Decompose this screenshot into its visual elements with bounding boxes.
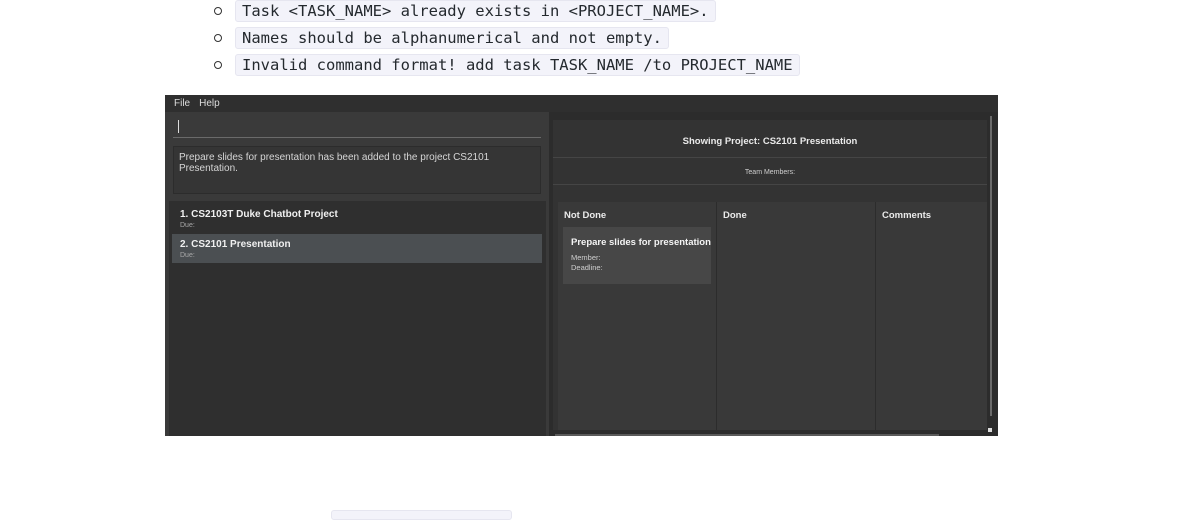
code-snippet: Invalid command format! add task TASK_NA…: [235, 54, 800, 76]
resize-corner: [988, 428, 992, 432]
column-not-done: Not Done Prepare slides for presentation…: [558, 202, 717, 430]
left-panel: Prepare slides for presentation has been…: [165, 112, 546, 436]
bullet-icon: [214, 34, 222, 42]
team-members-label: Team Members:: [553, 160, 987, 185]
menu-help[interactable]: Help: [199, 98, 220, 109]
code-snippet: Task <TASK_NAME> already exists in <PROJ…: [235, 0, 716, 22]
task-member: Member:: [571, 253, 601, 262]
project-view-panel: Showing Project: CS2101 Presentation Tea…: [549, 112, 998, 436]
code-snippet: Names should be alphanumerical and not e…: [235, 27, 669, 49]
project-list-item-selected[interactable]: 2. CS2101 Presentation Due:: [172, 234, 542, 263]
project-list: 1. CS2103T Duke Chatbot Project Due: 2. …: [169, 201, 546, 436]
app-screenshot: File Help Prepare slides for presentatio…: [165, 95, 998, 436]
task-name: Prepare slides for presentation: [571, 237, 711, 248]
task-card[interactable]: Prepare slides for presentation Member: …: [563, 227, 711, 284]
bullet-icon: [214, 61, 222, 69]
horizontal-scrollbar[interactable]: [555, 434, 939, 436]
command-input[interactable]: [173, 116, 541, 138]
result-display: Prepare slides for presentation has been…: [173, 146, 541, 194]
column-done: Done: [717, 202, 876, 430]
menu-bar: File Help: [165, 95, 998, 112]
text-caret: [178, 120, 179, 133]
project-list-item[interactable]: 1. CS2103T Duke Chatbot Project Due:: [172, 204, 542, 233]
project-title: Showing Project: CS2101 Presentation: [553, 126, 987, 158]
code-snippet-partial: [331, 510, 512, 520]
column-header: Not Done: [564, 210, 607, 221]
project-name: 1. CS2103T Duke Chatbot Project: [180, 209, 338, 220]
project-due: Due:: [180, 252, 195, 259]
menu-file[interactable]: File: [174, 98, 190, 109]
project-name: 2. CS2101 Presentation: [180, 239, 291, 250]
column-comments: Comments: [876, 202, 987, 430]
column-header: Comments: [882, 210, 932, 221]
bullet-icon: [214, 7, 222, 15]
list-item: Task <TASK_NAME> already exists in <PROJ…: [214, 0, 716, 23]
project-due: Due:: [180, 222, 195, 229]
list-item: Names should be alphanumerical and not e…: [214, 26, 669, 50]
task-deadline: Deadline:: [571, 263, 603, 272]
list-item: Invalid command format! add task TASK_NA…: [214, 53, 800, 77]
vertical-scrollbar[interactable]: [990, 116, 992, 416]
project-view: Showing Project: CS2101 Presentation Tea…: [553, 120, 987, 430]
column-header: Done: [723, 210, 747, 221]
